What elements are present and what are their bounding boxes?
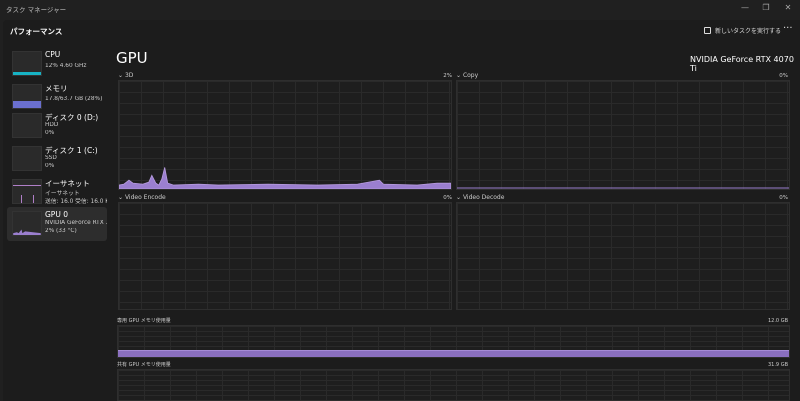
dedicated-memory-value: 12.0 GB bbox=[767, 318, 788, 324]
cpu-thumbnail bbox=[12, 51, 42, 76]
memory-thumbnail bbox=[12, 84, 42, 109]
header-bar bbox=[3, 20, 800, 42]
engine-copy-value: 0% bbox=[779, 73, 788, 79]
sidebar-item-sub: 2% (33 °C) bbox=[45, 228, 77, 234]
engine-video-decode-value: 0% bbox=[779, 195, 788, 201]
sidebar: CPU 12% 4.60 GHz メモリ 17.8/63.7 GB (28%) … bbox=[3, 42, 109, 401]
engine-3d-value: 2% bbox=[443, 73, 452, 79]
shared-memory-value: 31.9 GB bbox=[767, 362, 788, 368]
dedicated-memory-fill bbox=[118, 350, 789, 357]
sidebar-item-disk-1[interactable]: ディスク 1 (C:) SSD 0% bbox=[7, 142, 107, 176]
close-button[interactable]: ✕ bbox=[778, 3, 798, 12]
sidebar-item-sub: 送信: 16.0 受信: 16.0 Kl bbox=[45, 199, 107, 205]
engine-video-encode-value: 0% bbox=[443, 195, 452, 201]
shared-memory-graph bbox=[117, 369, 790, 401]
engine-video-encode-label[interactable]: ⌄ Video Encode bbox=[118, 194, 166, 201]
sidebar-item-sub: 0% bbox=[45, 163, 55, 169]
engine-label: Video Encode bbox=[124, 194, 166, 201]
engine-copy-graph bbox=[456, 80, 790, 190]
sidebar-item-cpu[interactable]: CPU 12% 4.60 GHz bbox=[7, 47, 107, 81]
shared-memory-label: 共有 GPU メモリ使用量 bbox=[117, 362, 171, 368]
more-options-button[interactable]: ··· bbox=[783, 23, 793, 34]
sidebar-item-sub: SSD bbox=[45, 155, 57, 161]
engine-video-encode-graph bbox=[118, 202, 452, 310]
title-bar bbox=[0, 0, 800, 18]
dedicated-memory-graph bbox=[117, 325, 790, 358]
engine-label: 3D bbox=[124, 72, 134, 79]
dedicated-memory-label: 専用 GPU メモリ使用量 bbox=[117, 318, 171, 324]
sidebar-item-label: GPU 0 bbox=[45, 210, 68, 219]
sidebar-item-gpu-0[interactable]: GPU 0 NVIDIA GeForce RTX ... 2% (33 °C) bbox=[7, 207, 107, 241]
sidebar-item-sub: 17.8/63.7 GB (28%) bbox=[45, 96, 103, 102]
3d-usage-area bbox=[119, 167, 451, 189]
minimize-button[interactable]: — bbox=[735, 3, 755, 12]
gpu-thumbnail bbox=[12, 211, 42, 236]
run-task-icon bbox=[704, 27, 711, 34]
sidebar-item-label: CPU bbox=[45, 50, 61, 59]
sidebar-item-sub: NVIDIA GeForce RTX ... bbox=[45, 220, 107, 226]
ethernet-thumbnail bbox=[12, 179, 42, 204]
disk0-thumbnail bbox=[12, 113, 42, 138]
restore-button[interactable]: ❐ bbox=[756, 3, 776, 12]
run-new-task-button[interactable]: 新しいタスクを実行する bbox=[704, 26, 781, 35]
engine-label: Video Decode bbox=[462, 194, 505, 201]
sidebar-item-sub: HDD bbox=[45, 122, 59, 128]
sidebar-item-ethernet[interactable]: イーサネット イーサネット 送信: 16.0 受信: 16.0 Kl bbox=[7, 175, 107, 209]
sidebar-item-sub: 12% 4.60 GHz bbox=[45, 63, 87, 69]
sidebar-item-label: メモリ bbox=[45, 84, 68, 93]
engine-3d-graph bbox=[118, 80, 452, 190]
engine-3d-label[interactable]: ⌄ 3D bbox=[118, 72, 133, 79]
window-title: タスク マネージャー bbox=[6, 6, 67, 14]
gpu-title: GPU bbox=[116, 49, 148, 67]
sidebar-item-sub: 0% bbox=[45, 130, 55, 136]
disk1-thumbnail bbox=[12, 146, 42, 171]
gpu-device-name: NVIDIA GeForce RTX 4070 Ti bbox=[690, 55, 794, 73]
engine-label: Copy bbox=[462, 72, 479, 79]
run-task-label: 新しいタスクを実行する bbox=[715, 28, 782, 35]
page-title: パフォーマンス bbox=[10, 27, 63, 36]
engine-video-decode-graph bbox=[456, 202, 790, 310]
engine-video-decode-label[interactable]: ⌄ Video Decode bbox=[456, 194, 504, 201]
engine-copy-label[interactable]: ⌄ Copy bbox=[456, 72, 478, 79]
sidebar-item-disk-0[interactable]: ディスク 0 (D:) HDD 0% bbox=[7, 109, 107, 143]
